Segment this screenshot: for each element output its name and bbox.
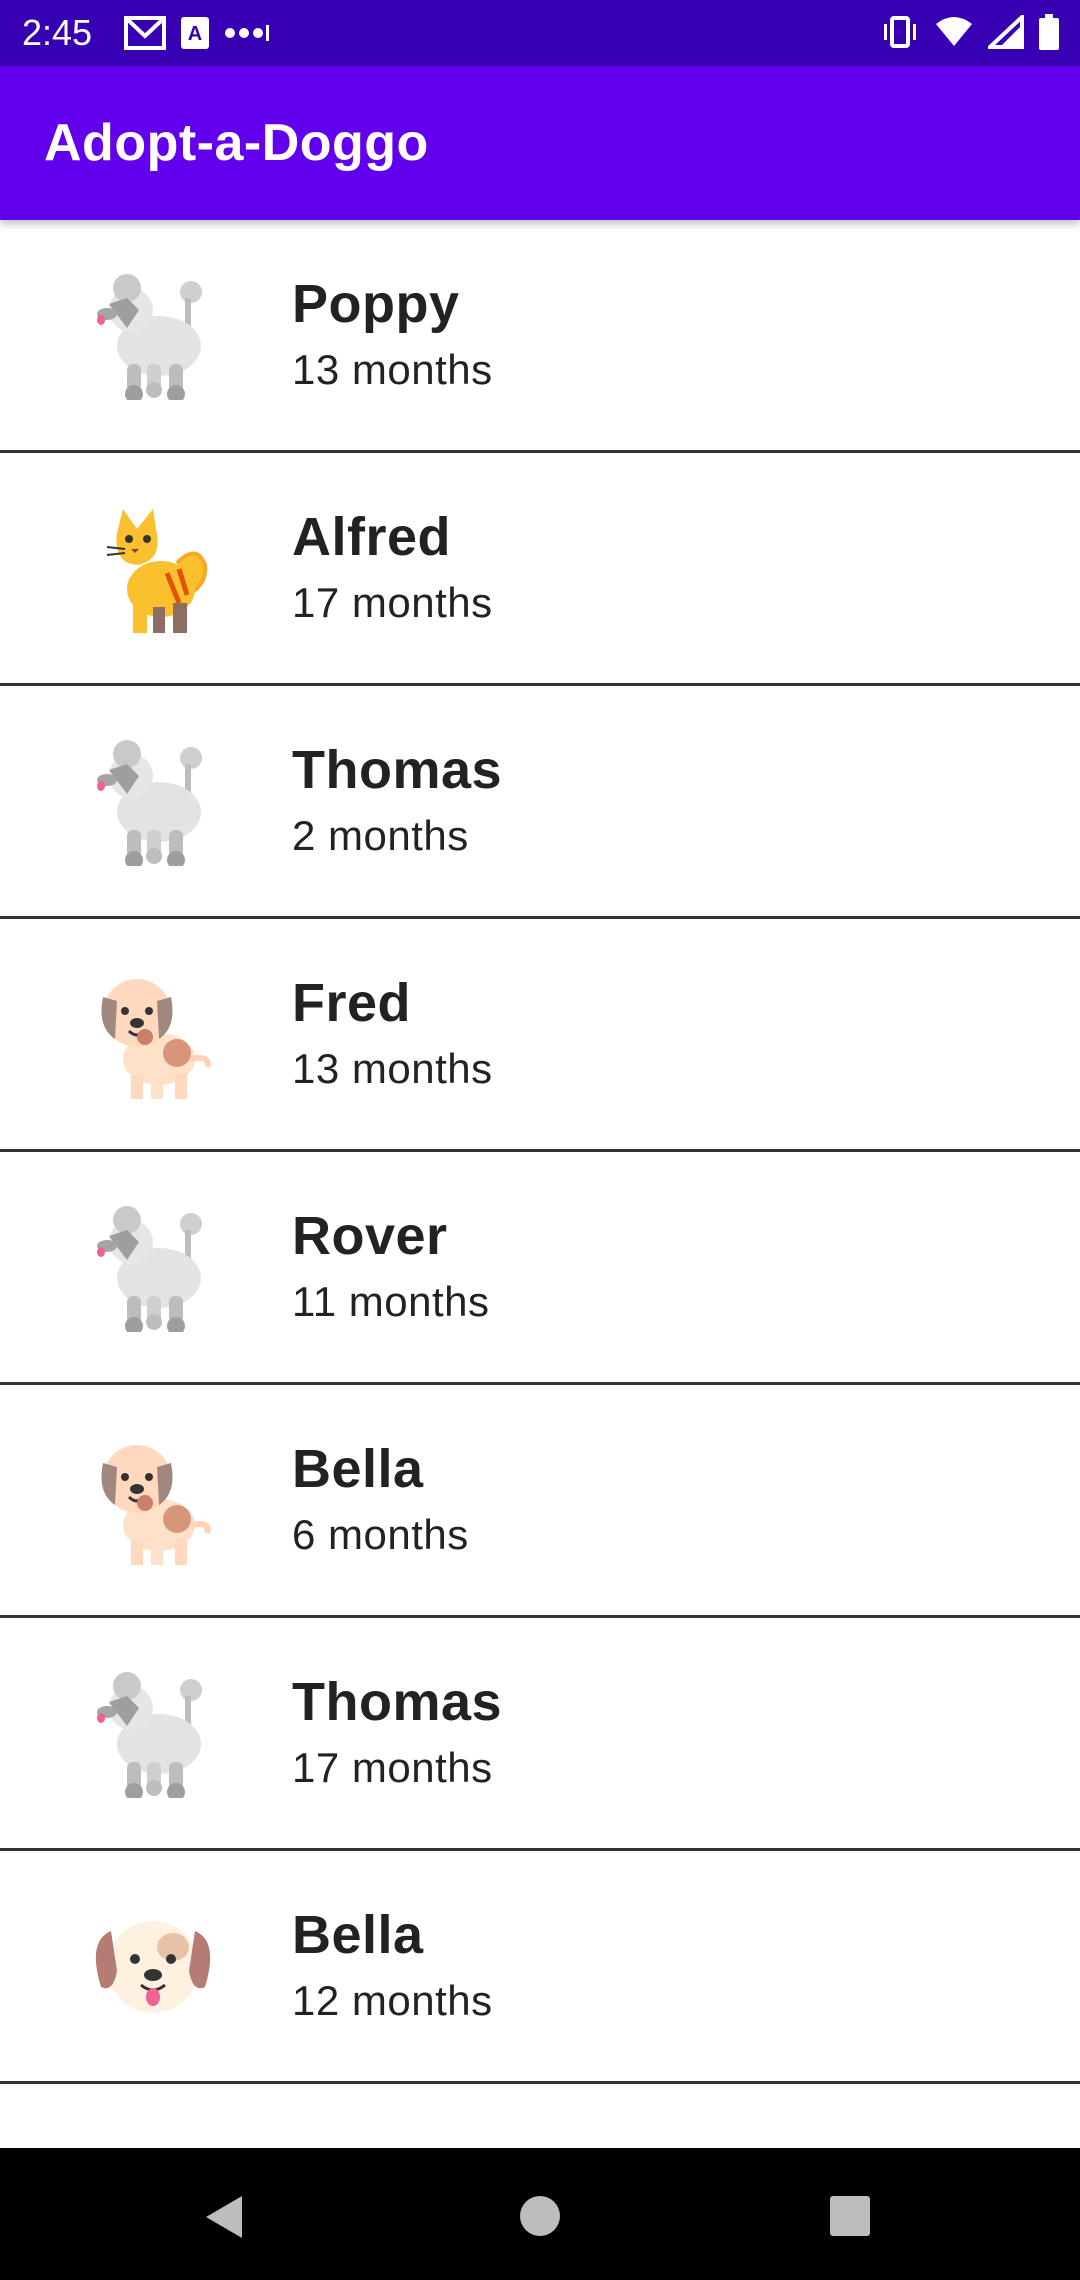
pet-name: Rover (292, 1206, 448, 1266)
poodle-icon (97, 1206, 202, 1332)
poodle-icon (97, 1672, 202, 1798)
pet-name: Thomas (292, 740, 503, 800)
signal-icon (988, 15, 1024, 49)
system-icons (880, 12, 1060, 52)
app-title: Adopt-a-Doggo (44, 114, 429, 172)
list-item[interactable]: L (0, 2084, 1080, 2148)
app-bar: Adopt-a-Doggo (0, 66, 1080, 220)
pet-name: Thomas (292, 1672, 503, 1732)
pet-age: 2 months (292, 812, 469, 859)
status-time: 2:45 (22, 12, 93, 53)
more-dots-icon (225, 25, 269, 41)
pet-age: 17 months (292, 1744, 493, 1791)
home-icon[interactable] (518, 2194, 562, 2238)
dog-icon (82, 1435, 222, 1565)
dog-face-icon (94, 1919, 212, 2015)
svg-text:A: A (188, 23, 202, 45)
vibrate-icon (884, 16, 916, 48)
recents-icon[interactable] (828, 2194, 872, 2238)
pet-list[interactable]: Poppy 13 months Alfred 17 months Thomas … (0, 220, 1080, 2148)
list-item[interactable]: Fred 13 months (0, 919, 1080, 1152)
pet-age: 13 months (292, 1045, 493, 1092)
wifi-icon (936, 17, 972, 46)
notification-icons: A (124, 14, 270, 52)
list-item[interactable]: Alfred 17 months (0, 453, 1080, 686)
list-item[interactable]: Thomas 2 months (0, 686, 1080, 919)
list-item[interactable]: Bella 6 months (0, 1385, 1080, 1618)
back-icon[interactable] (200, 2192, 250, 2242)
dog-icon (82, 969, 222, 1099)
list-item[interactable]: Thomas 17 months (0, 1618, 1080, 1851)
list-item[interactable]: Bella 12 months (0, 1851, 1080, 2084)
battery-icon (1039, 14, 1059, 50)
pet-age: 11 months (292, 1278, 490, 1325)
pet-name: Poppy (292, 274, 460, 334)
font-a-icon: A (181, 17, 209, 49)
pet-age: 6 months (292, 1511, 469, 1558)
pet-name: Bella (292, 1905, 424, 1965)
status-bar: 2:45 A (0, 0, 1080, 66)
pet-name: Bella (292, 1439, 424, 1499)
dog-face-icon (82, 2134, 222, 2148)
navigation-bar (0, 2148, 1080, 2280)
cat-icon (82, 503, 222, 633)
pet-name: Alfred (292, 507, 452, 567)
list-item[interactable]: Poppy 13 months (0, 220, 1080, 453)
pet-age: 17 months (292, 579, 493, 626)
pet-name: Fred (292, 973, 412, 1033)
poodle-icon (97, 274, 202, 400)
gmail-icon (124, 16, 166, 50)
pet-age: 12 months (292, 1977, 493, 2024)
poodle-icon (97, 740, 202, 866)
pet-name: L (292, 2136, 326, 2148)
pet-age: 13 months (292, 346, 493, 393)
list-item[interactable]: Rover 11 months (0, 1152, 1080, 1385)
